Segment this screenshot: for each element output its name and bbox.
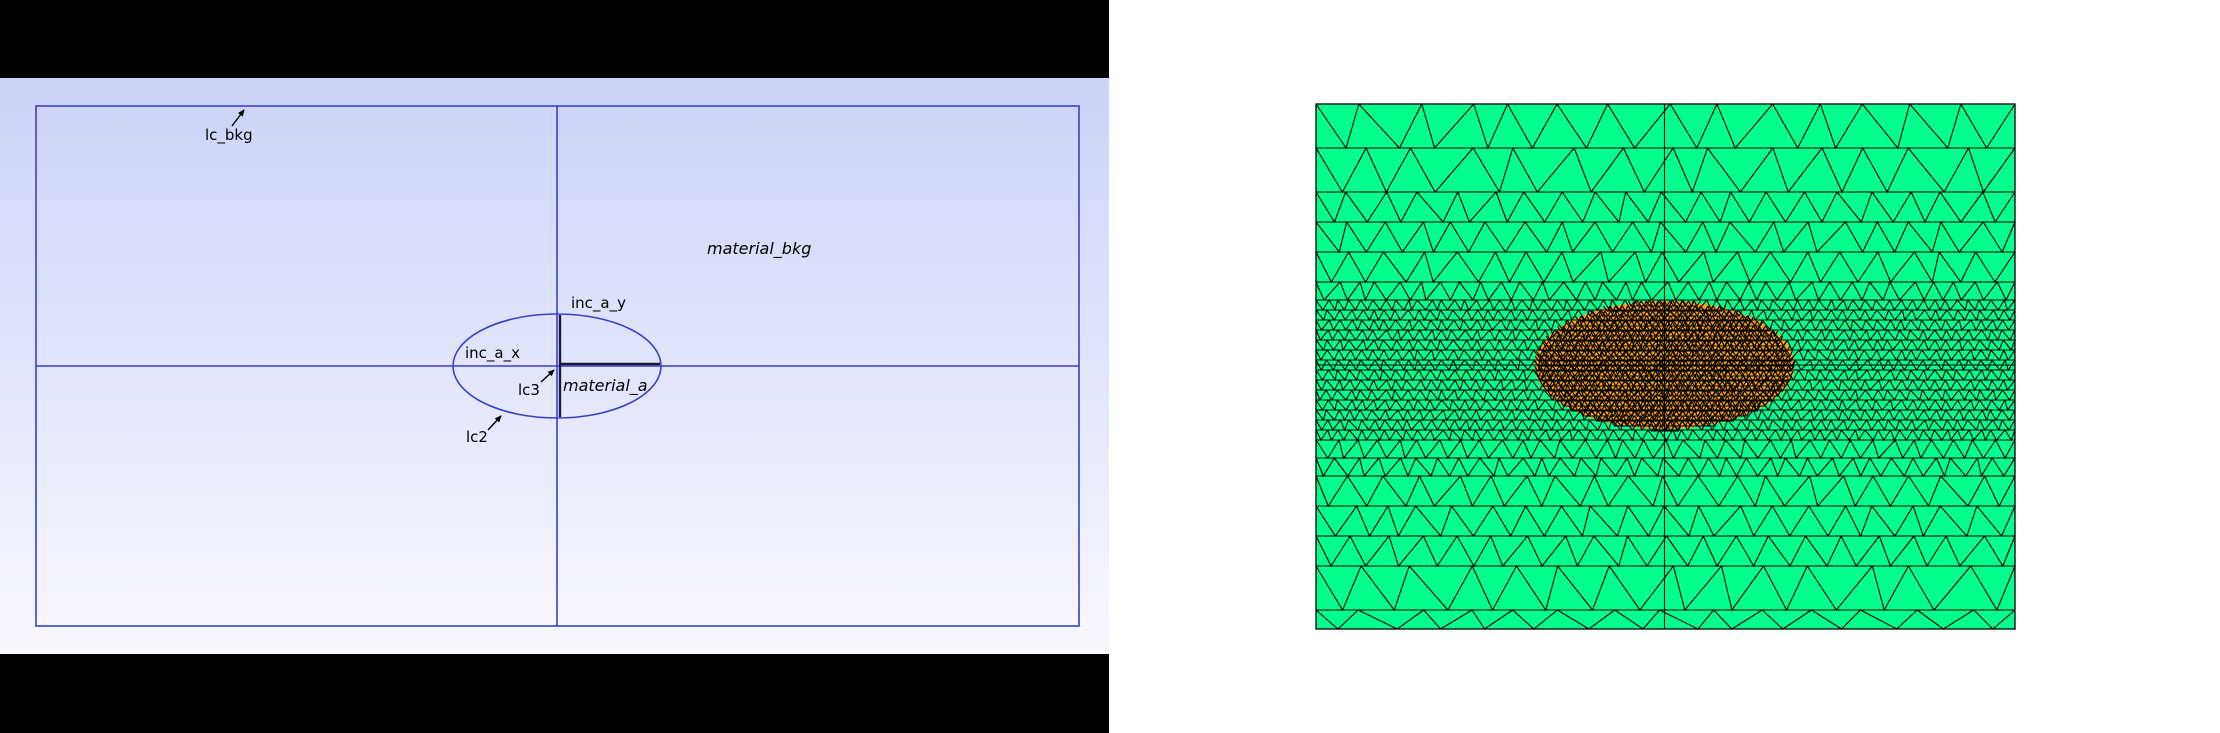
inc-a-x-label: inc_a_x (465, 344, 520, 363)
letterbox-bottom (0, 654, 1109, 733)
lc2-label: lc2 (466, 428, 488, 446)
lc3-label: lc3 (518, 381, 540, 399)
material-a-label: material_a (563, 376, 648, 396)
geometry-panel: lc_bkg material_bkg inc_a_y inc_a_x lc3 … (0, 0, 1109, 733)
inc-a-y-label: inc_a_y (571, 294, 626, 313)
material-bkg-label: material_bkg (707, 239, 811, 259)
lc-bkg-label: lc_bkg (205, 126, 253, 145)
letterbox-top (0, 0, 1109, 78)
mesh-panel (1315, 103, 2016, 630)
